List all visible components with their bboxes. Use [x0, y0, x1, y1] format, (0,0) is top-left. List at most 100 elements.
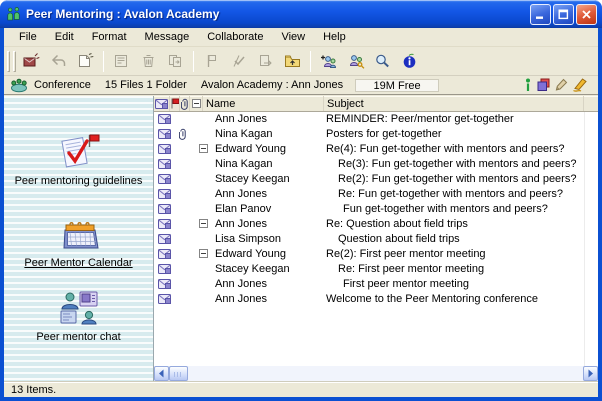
message-row[interactable]: Ann JonesREMINDER: Peer/mentor get-toget…	[154, 112, 584, 127]
collapse-thread-toggle[interactable]	[199, 144, 208, 153]
envelope-icon	[158, 189, 171, 199]
sidebar-item-peer-mentoring-guidelines[interactable]: Peer mentoring guidelines	[4, 132, 153, 187]
sidebar-item-label[interactable]: Peer mentor chat	[36, 331, 120, 343]
column-header-attachment[interactable]	[180, 96, 190, 111]
column-header-name[interactable]: Name	[203, 96, 324, 111]
sender-name: Lisa Simpson	[215, 233, 281, 245]
sender-name: Ann Jones	[215, 293, 267, 305]
edit-pencil-icon	[555, 78, 568, 92]
envelope-icon	[158, 204, 171, 214]
minimize-button[interactable]	[530, 4, 551, 25]
unsubscribe-icon	[167, 53, 184, 69]
message-subject: First peer mentor meeting	[343, 278, 469, 290]
column-header-flag[interactable]	[170, 96, 180, 111]
sidebar-item-label[interactable]: Peer Mentor Calendar	[24, 257, 132, 269]
sender-name: Edward Young	[215, 143, 286, 155]
directory-info-button[interactable]	[397, 49, 422, 74]
column-header-subject[interactable]: Subject	[324, 96, 584, 111]
envelope-icon	[158, 129, 171, 139]
message-subject: Re: Fun get-together with mentors and pe…	[338, 188, 563, 200]
permissions-icon	[347, 53, 365, 69]
sidebar-item-peer-mentor-calendar[interactable]: Peer Mentor Calendar	[4, 218, 153, 269]
message-subject: Re(2): Fun get-together with mentors and…	[338, 173, 576, 185]
delete-button	[136, 49, 161, 74]
new-message-button[interactable]	[19, 49, 44, 74]
scroll-left-button[interactable]	[154, 366, 169, 381]
toolbar-separator	[103, 51, 104, 72]
sender-name: Ann Jones	[215, 188, 267, 200]
new-document-button[interactable]	[73, 49, 98, 74]
message-row[interactable]: Nina KaganPosters for get-together	[154, 127, 584, 142]
menu-bar: FileEditFormatMessageCollaborateViewHelp	[4, 28, 598, 47]
message-row[interactable]: Edward YoungRe(2): First peer mentor mee…	[154, 247, 584, 262]
menu-view[interactable]: View	[272, 29, 314, 45]
maximize-button[interactable]	[553, 4, 574, 25]
window-icon[interactable]	[6, 7, 21, 21]
sender-name: Ann Jones	[215, 218, 267, 230]
close-icon	[581, 9, 592, 20]
search-button[interactable]	[370, 49, 395, 74]
window-content: FileEditFormatMessageCollaborateViewHelp…	[4, 28, 598, 397]
message-row[interactable]: Ann Jones Re: Fun get-together with mento…	[154, 187, 584, 202]
sender-name: Edward Young	[215, 248, 286, 260]
parent-folder-button[interactable]	[280, 49, 305, 74]
message-row[interactable]: Lisa SimpsonQuestion about field trips	[154, 232, 584, 247]
flag-icon	[203, 53, 220, 69]
conference-icon	[10, 78, 28, 93]
free-space-field: 19M Free	[355, 79, 439, 92]
horizontal-scrollbar	[154, 366, 598, 381]
message-row[interactable]: Stacey KeeganRe: First peer mentor meeti…	[154, 262, 584, 277]
new-document-icon	[77, 53, 94, 69]
menu-help[interactable]: Help	[314, 29, 355, 45]
approve-button	[226, 49, 251, 74]
collapse-thread-toggle[interactable]	[199, 219, 208, 228]
infobar-status-icons	[524, 78, 592, 92]
message-row[interactable]: Edward YoungRe(4): Fun get-together with…	[154, 142, 584, 157]
online-user-icon	[524, 78, 532, 92]
main-area: Peer mentoring guidelines Peer Mentor Cal…	[4, 96, 598, 381]
column-header-envelope[interactable]	[154, 96, 170, 111]
scroll-left-icon	[158, 369, 165, 378]
message-row[interactable]: Ann JonesRe: Question about field trips	[154, 217, 584, 232]
scroll-right-button[interactable]	[583, 366, 598, 381]
envelope-icon	[158, 114, 171, 124]
permissions-button[interactable]	[343, 49, 368, 74]
scrollbar-thumb[interactable]	[169, 366, 188, 381]
column-header-thread[interactable]	[190, 96, 203, 111]
collapse-thread-toggle[interactable]	[199, 249, 208, 258]
sidebar-item-label[interactable]: Peer mentoring guidelines	[15, 175, 143, 187]
message-subject: Re(3): Fun get-together with mentors and…	[338, 158, 576, 170]
menu-collaborate[interactable]: Collaborate	[198, 29, 272, 45]
app-window: Peer Mentoring : Avalon Academy FileEdit…	[0, 0, 602, 401]
collapse-icon	[192, 99, 201, 108]
vertical-scrollbar-track[interactable]	[584, 112, 598, 366]
menu-edit[interactable]: Edit	[46, 29, 83, 45]
close-button[interactable]	[576, 4, 597, 25]
envelope-icon	[158, 249, 171, 259]
item-counts-label: 15 Files 1 Folder	[105, 79, 187, 91]
message-row[interactable]: Nina KaganRe(3): Fun get-together with m…	[154, 157, 584, 172]
list-header: Name Subject	[154, 96, 598, 112]
add-member-button[interactable]	[316, 49, 341, 74]
menu-message[interactable]: Message	[136, 29, 199, 45]
unread-items-icon	[536, 78, 551, 92]
message-row[interactable]: Ann Jones Welcome to the Peer Mentoring c…	[154, 292, 584, 307]
menu-format[interactable]: Format	[83, 29, 136, 45]
delete-icon	[140, 53, 157, 69]
calendar-icon	[58, 218, 100, 252]
title-bar[interactable]: Peer Mentoring : Avalon Academy	[0, 0, 602, 28]
minimize-icon	[535, 9, 546, 20]
paperclip-icon	[179, 128, 187, 140]
toolbar-drag-handle[interactable]	[13, 51, 16, 72]
toolbar-drag-handle[interactable]	[7, 51, 10, 72]
message-subject: Welcome to the Peer Mentoring conference	[326, 293, 538, 305]
sidebar-item-peer-mentor-chat[interactable]: Peer mentor chat	[4, 290, 153, 343]
menu-file[interactable]: File	[10, 29, 46, 45]
add-member-icon	[320, 53, 338, 69]
message-row[interactable]: Ann JonesFirst peer mentor meeting	[154, 277, 584, 292]
status-text: 13 Items.	[11, 384, 56, 396]
message-row[interactable]: Elan PanovFun get-together with mentors …	[154, 202, 584, 217]
directory-info-icon	[401, 53, 418, 69]
message-row[interactable]: Stacey KeeganRe(2): Fun get-together wit…	[154, 172, 584, 187]
column-header-cap	[584, 96, 598, 111]
